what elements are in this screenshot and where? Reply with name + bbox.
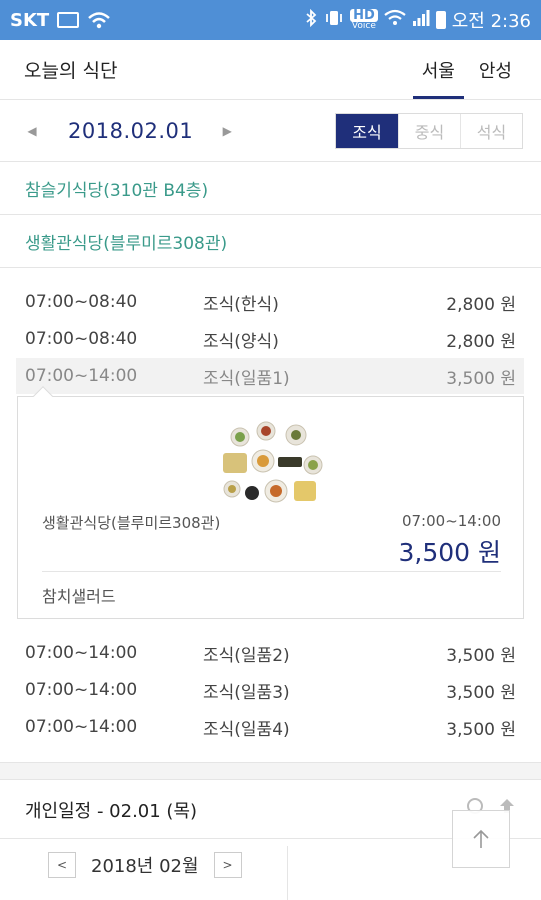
- menu-price: 2,800 원: [446, 331, 516, 352]
- date-navigation: ◀ 2018.02.01 ▶ 조식 중식 석식: [0, 101, 541, 162]
- divider: [42, 571, 501, 572]
- current-date: 2018.02.01: [68, 119, 194, 143]
- menu-price: 3,500 원: [446, 368, 516, 389]
- month-navigation: < 2018년 02월 >: [48, 852, 242, 878]
- menu-name: 조식(일품3): [203, 682, 290, 703]
- calendar-month: 2018년 02월: [91, 856, 199, 877]
- menu-price: 3,500 원: [446, 645, 516, 666]
- campus-tabs: 서울 안성: [412, 40, 521, 99]
- detail-cafeteria: 생활관식당(블루미르308관): [42, 514, 221, 532]
- menu-row[interactable]: 07:00~08:40 조식(한식) 2,800 원: [16, 284, 524, 320]
- menu-row[interactable]: 07:00~08:40 조식(양식) 2,800 원: [16, 321, 524, 357]
- menu-time: 07:00~08:40: [25, 329, 138, 349]
- menu-name: 조식(일품2): [203, 645, 290, 666]
- menu-name: 조식(양식): [203, 331, 279, 352]
- menu-price: 2,800 원: [446, 294, 516, 315]
- cafeteria-header-chamseulgi[interactable]: 참슬기식당(310관 B4층): [0, 162, 541, 215]
- meal-lunch-button[interactable]: 중식: [398, 114, 460, 148]
- app-header: 오늘의 식단 서울 안성: [0, 40, 541, 100]
- carrier-label: SKT: [10, 9, 50, 31]
- arrow-up-icon: [473, 829, 489, 848]
- triangle-right-icon[interactable]: ▶: [217, 124, 237, 138]
- menu-time: 07:00~14:00: [25, 643, 138, 663]
- signal-icon: [412, 9, 430, 32]
- hd-voice-icon: HD Voice: [350, 8, 378, 31]
- page-title: 오늘의 식단: [24, 60, 118, 82]
- divider: [287, 846, 288, 900]
- menu-row-selected[interactable]: 07:00~14:00 조식(일품1) 3,500 원: [16, 358, 524, 394]
- wifi-icon: [384, 9, 406, 32]
- menu-row[interactable]: 07:00~14:00 조식(일품2) 3,500 원: [16, 635, 524, 671]
- schedule-title: 개인일정 - 02.01 (목): [25, 800, 198, 822]
- menu-price: 3,500 원: [446, 719, 516, 740]
- bluetooth-icon: [304, 8, 318, 32]
- battery-icon: [435, 11, 446, 29]
- menu-time: 07:00~14:00: [25, 366, 138, 386]
- prev-month-button[interactable]: <: [48, 852, 76, 878]
- clock-time: 오전 2:36: [451, 11, 531, 32]
- menu-time: 07:00~14:00: [25, 680, 138, 700]
- wifi-direct-icon: [87, 11, 111, 29]
- menu-row[interactable]: 07:00~14:00 조식(일품3) 3,500 원: [16, 672, 524, 708]
- tab-seoul[interactable]: 서울: [412, 40, 465, 99]
- tab-anseong[interactable]: 안성: [470, 40, 521, 99]
- next-month-button[interactable]: >: [213, 852, 242, 878]
- food-photo: [223, 421, 323, 503]
- menu-row[interactable]: 07:00~14:00 조식(일품4) 3,500 원: [16, 709, 524, 745]
- menu-name: 조식(일품1): [203, 368, 290, 389]
- meal-type-selector: 조식 중식 석식: [335, 113, 523, 149]
- scroll-top-button[interactable]: [452, 810, 510, 868]
- menu-name: 조식(한식): [203, 294, 279, 315]
- status-bar: SKT HD Voice 오전 2:36: [0, 0, 541, 40]
- meal-breakfast-button[interactable]: 조식: [336, 114, 398, 148]
- meal-dinner-button[interactable]: 석식: [460, 114, 522, 148]
- triangle-left-icon[interactable]: ◀: [22, 124, 42, 138]
- detail-time: 07:00~14:00: [401, 512, 501, 530]
- menu-detail-card: 생활관식당(블루미르308관) 07:00~14:00 3,500 원 참치샐러…: [17, 386, 524, 619]
- screen-mirror-icon: [57, 12, 80, 28]
- menu-name: 조식(일품4): [203, 719, 290, 740]
- section-divider: [0, 762, 541, 780]
- detail-price: 3,500 원: [398, 538, 501, 567]
- menu-time: 07:00~14:00: [25, 717, 138, 737]
- vibrate-icon: [324, 9, 344, 32]
- cafeteria-header-saenghwalgwan[interactable]: 생활관식당(블루미르308관): [0, 215, 541, 268]
- detail-menu-name: 참치샐러드: [42, 587, 116, 606]
- menu-time: 07:00~08:40: [25, 292, 138, 312]
- menu-price: 3,500 원: [446, 682, 516, 703]
